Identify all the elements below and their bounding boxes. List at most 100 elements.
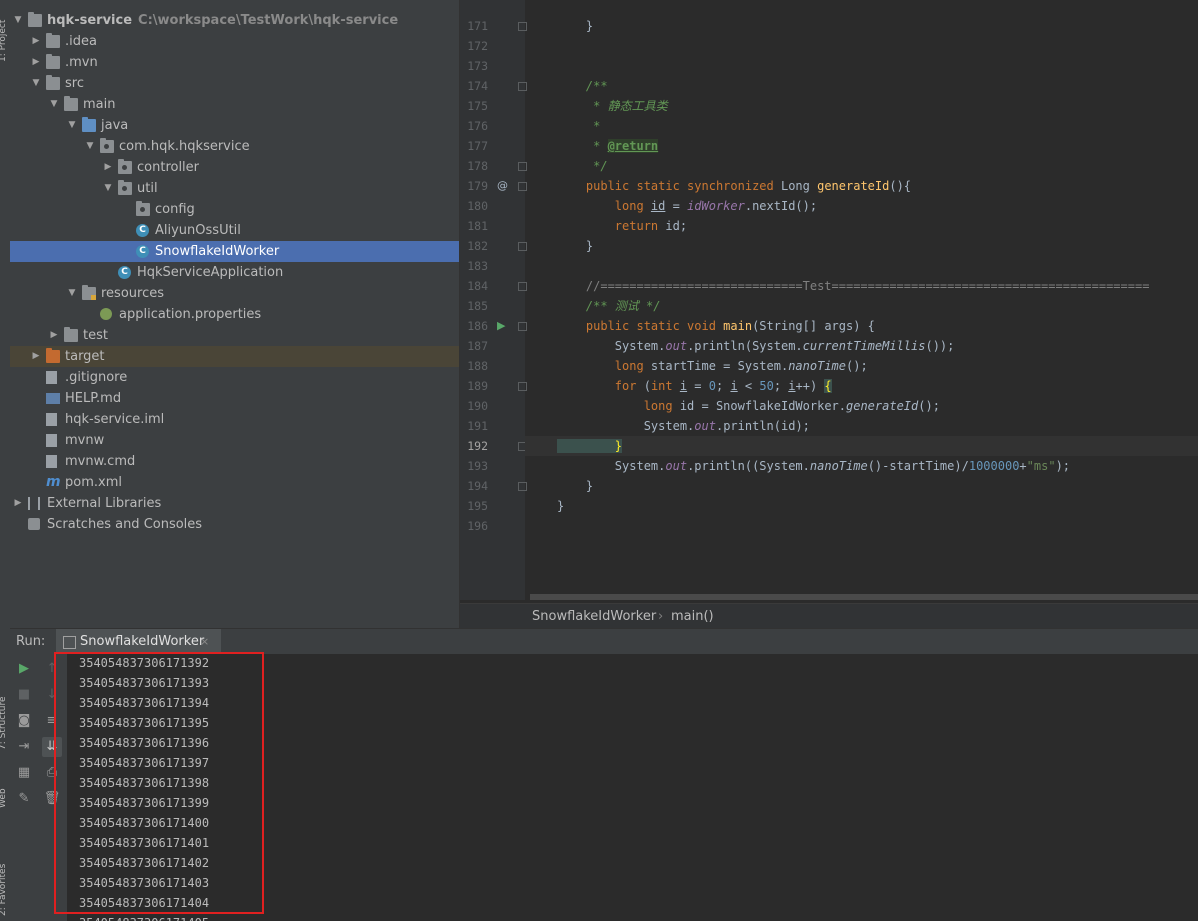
- code-line[interactable]: }: [557, 436, 623, 456]
- code-token: =: [665, 199, 688, 213]
- code-token: *: [557, 119, 601, 133]
- breadcrumb-class[interactable]: SnowflakeIdWorker: [532, 604, 656, 628]
- code-line[interactable]: * @return: [557, 136, 659, 156]
- collapse-arrow-icon[interactable]: ▶: [30, 346, 42, 367]
- code-line[interactable]: System.out.println(id);: [557, 416, 810, 436]
- pkg-icon: [118, 180, 132, 195]
- fold-marker-icon[interactable]: [518, 22, 527, 31]
- code-line[interactable]: }: [557, 476, 593, 496]
- expand-arrow-icon[interactable]: ▼: [102, 178, 114, 199]
- pin-icon[interactable]: ✎: [14, 789, 34, 809]
- code-line[interactable]: System.out.println(System.currentTimeMil…: [557, 336, 955, 356]
- tree-item[interactable]: C SnowflakeIdWorker: [10, 241, 459, 262]
- code-line[interactable]: System.out.println((System.nanoTime()-st…: [557, 456, 1070, 476]
- fold-marker-icon[interactable]: [518, 82, 527, 91]
- tree-item[interactable]: HELP.md: [10, 388, 459, 409]
- stop-icon[interactable]: ■: [14, 685, 34, 705]
- tree-item[interactable]: ▶ controller: [10, 157, 459, 178]
- tree-item[interactable]: ▼ java: [10, 115, 459, 136]
- fold-marker-icon[interactable]: [518, 182, 527, 191]
- code-line[interactable]: for (int i = 0; i < 50; i++) {: [557, 376, 832, 396]
- tree-item[interactable]: config: [10, 199, 459, 220]
- code-line[interactable]: return id;: [557, 216, 687, 236]
- fold-marker-icon[interactable]: [518, 162, 527, 171]
- tree-item-label: HELP.md: [65, 391, 122, 406]
- project-tree-panel: ▼ hqk-service C:\workspace\TestWork\hqk-se…: [10, 0, 459, 628]
- tree-item[interactable]: ▶ target: [10, 346, 459, 367]
- tree-item[interactable]: hqk-service.iml: [10, 409, 459, 430]
- horizontal-scrollbar[interactable]: [530, 594, 1198, 600]
- expand-arrow-icon[interactable]: ▼: [66, 283, 78, 304]
- code-line[interactable]: }: [557, 496, 564, 516]
- code-line[interactable]: public static synchronized Long generate…: [557, 176, 911, 196]
- collapse-arrow-icon[interactable]: ▶: [102, 157, 114, 178]
- code-token: .nextId();: [744, 199, 818, 213]
- tree-item[interactable]: ▼ src: [10, 73, 459, 94]
- code-token: generateId: [846, 399, 919, 413]
- tree-item[interactable]: mvnw.cmd: [10, 451, 459, 472]
- tree-item[interactable]: mvnw: [10, 430, 459, 451]
- code-token: id: [650, 199, 666, 213]
- code-line[interactable]: }: [557, 236, 593, 256]
- camera-icon[interactable]: ◙: [14, 711, 34, 731]
- rerun-icon[interactable]: ▶: [14, 659, 34, 679]
- fold-marker-icon[interactable]: [518, 322, 527, 331]
- layout-icon[interactable]: ▦: [14, 763, 34, 783]
- collapse-arrow-icon[interactable]: ▶: [48, 325, 60, 346]
- tree-item[interactable]: C AliyunOssUtil: [10, 220, 459, 241]
- tree-item[interactable]: ▼ hqk-service C:\workspace\TestWork\hqk-se…: [10, 10, 459, 31]
- file-icon: [46, 371, 57, 384]
- fold-marker-icon[interactable]: [518, 382, 527, 391]
- code-token: .println(id);: [715, 419, 810, 433]
- expand-arrow-icon[interactable]: ▼: [84, 136, 96, 157]
- tree-item[interactable]: C HqkServiceApplication: [10, 262, 459, 283]
- tree-item[interactable]: .gitignore: [10, 367, 459, 388]
- code-line[interactable]: public static void main(String[] args) {: [557, 316, 875, 336]
- line-number: 178: [467, 159, 488, 173]
- expand-arrow-icon[interactable]: ▼: [66, 115, 78, 136]
- expand-arrow-icon[interactable]: ▼: [12, 10, 24, 31]
- code-line[interactable]: /**: [557, 76, 608, 96]
- tree-item[interactable]: ▶ .idea: [10, 31, 459, 52]
- class-icon: C: [136, 245, 149, 258]
- breadcrumb-method[interactable]: main(): [671, 604, 714, 628]
- run-panel-title: Run:: [16, 634, 46, 649]
- exit-icon[interactable]: ⇥: [14, 737, 34, 757]
- class-icon: C: [136, 224, 149, 237]
- code-line[interactable]: }: [557, 16, 593, 36]
- code-line[interactable]: /** 测试 */: [557, 296, 661, 316]
- tree-item[interactable]: ▶ test: [10, 325, 459, 346]
- code-token: );: [1055, 459, 1071, 473]
- fold-marker-icon[interactable]: [518, 282, 527, 291]
- tree-item[interactable]: ▼ main: [10, 94, 459, 115]
- collapse-arrow-icon[interactable]: ▶: [12, 493, 24, 514]
- fold-marker-icon[interactable]: [518, 482, 527, 491]
- collapse-arrow-icon[interactable]: ▶: [30, 52, 42, 73]
- collapse-arrow-icon[interactable]: ▶: [30, 31, 42, 52]
- expand-arrow-icon[interactable]: ▼: [30, 73, 42, 94]
- tree-item[interactable]: ▼ resources: [10, 283, 459, 304]
- tree-item[interactable]: application.properties: [10, 304, 459, 325]
- code-token: System.: [557, 459, 666, 473]
- expand-arrow-icon[interactable]: ▼: [48, 94, 60, 115]
- fold-marker-icon[interactable]: [518, 242, 527, 251]
- code-line[interactable]: //============================Test======…: [557, 276, 1150, 296]
- run-gutter-icon[interactable]: ▶: [497, 316, 505, 336]
- line-number: 175: [467, 99, 488, 113]
- code-line[interactable]: */: [557, 156, 607, 176]
- code-line[interactable]: *: [557, 116, 600, 136]
- src-icon: [82, 117, 96, 132]
- tree-item[interactable]: ▼ com.hqk.hqkservice: [10, 136, 459, 157]
- code-line[interactable]: long id = SnowflakeIdWorker.generateId()…: [557, 396, 940, 416]
- tree-item[interactable]: Scratches and Consoles: [10, 514, 459, 535]
- line-number: 185: [467, 299, 488, 313]
- tree-item[interactable]: m pom.xml: [10, 472, 459, 493]
- tree-item[interactable]: ▶ External Libraries: [10, 493, 459, 514]
- code-token: {: [824, 379, 832, 393]
- tree-item[interactable]: ▶ .mvn: [10, 52, 459, 73]
- tree-item[interactable]: ▼ util: [10, 178, 459, 199]
- code-line[interactable]: long id = idWorker.nextId();: [557, 196, 817, 216]
- code-editor[interactable]: 171 172 173 174 175 176 177 178 179 @180 181 182 183…: [459, 0, 1198, 628]
- code-line[interactable]: long startTime = System.nanoTime();: [557, 356, 868, 376]
- code-line[interactable]: * 静态工具类: [557, 96, 667, 116]
